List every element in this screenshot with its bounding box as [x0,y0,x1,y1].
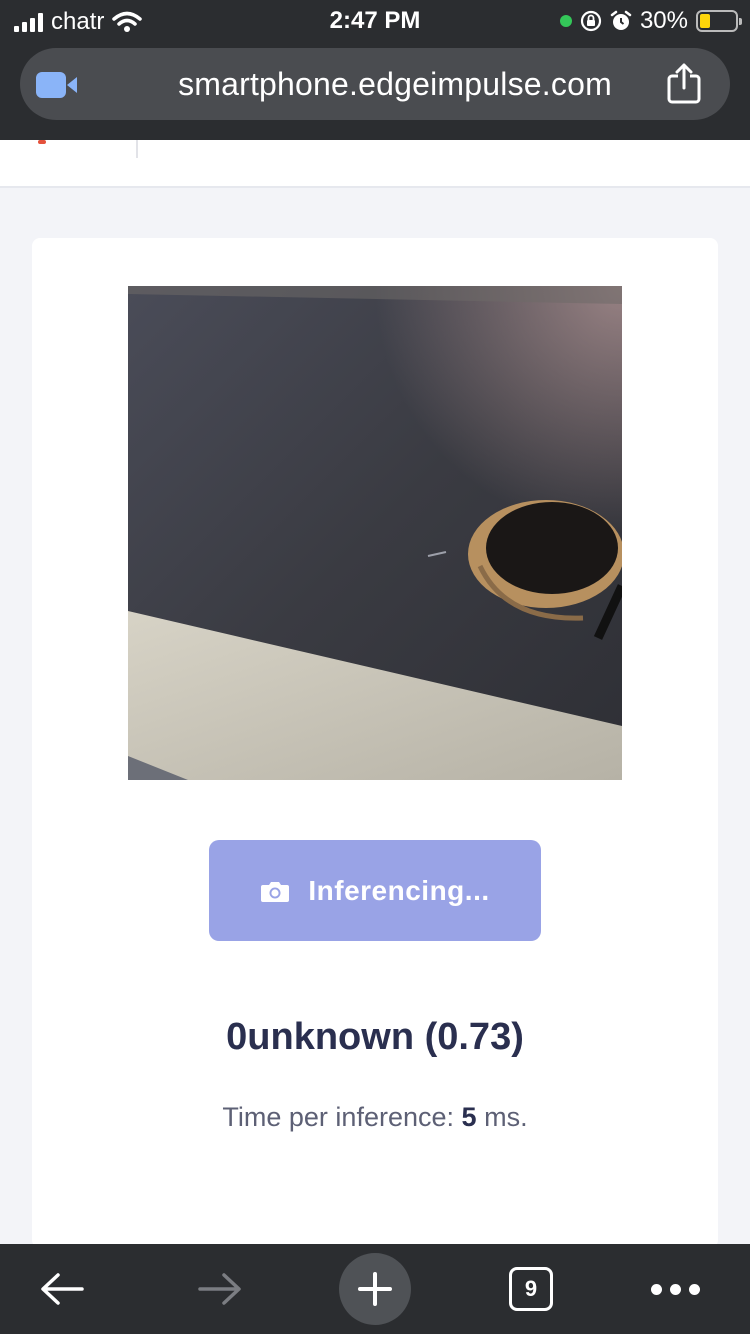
back-arrow-icon [41,1273,84,1305]
orientation-lock-icon [580,10,602,32]
inference-result: 0unknown (0.73) [226,1016,524,1058]
inferencing-button-label: Inferencing... [308,874,490,906]
new-tab-button[interactable] [339,1244,411,1334]
inference-timing: Time per inference: 5 ms. [32,1102,718,1133]
plus-icon [339,1253,411,1325]
timing-value: 5 [461,1102,477,1132]
tab-count: 9 [509,1267,553,1311]
camera-feed [128,286,622,780]
status-bar: chatr 2:47 PM 30% [0,0,750,40]
inference-card: Inferencing... 0unknown (0.73) Time per … [32,238,718,1248]
camera-in-use-dot [559,15,572,27]
tabs-button[interactable]: 9 [506,1244,556,1334]
forward-button[interactable] [186,1244,254,1334]
status-right: 30% [559,7,742,35]
forward-arrow-icon [198,1273,241,1305]
back-button[interactable] [28,1244,96,1334]
logo-fragment [38,140,46,144]
timing-suffix: ms. [484,1102,528,1132]
share-icon[interactable] [666,62,702,104]
browser-header: smartphone.edgeimpulse.com [0,40,750,140]
address-bar[interactable]: smartphone.edgeimpulse.com [20,48,730,120]
header-divider [136,140,138,158]
url-text[interactable]: smartphone.edgeimpulse.com [20,66,750,103]
inferencing-button[interactable]: Inferencing... [209,840,541,941]
page-header-strip [0,140,750,188]
browser-toolbar: 9 [0,1244,750,1334]
timing-prefix: Time per inference: [222,1102,455,1132]
battery-icon [696,10,742,32]
alarm-icon [610,10,632,30]
camera-feed-image [128,286,622,780]
camera-icon [261,881,290,902]
menu-button[interactable] [640,1244,710,1334]
battery-percent: 30% [639,7,688,34]
more-dots-icon [650,1283,700,1295]
